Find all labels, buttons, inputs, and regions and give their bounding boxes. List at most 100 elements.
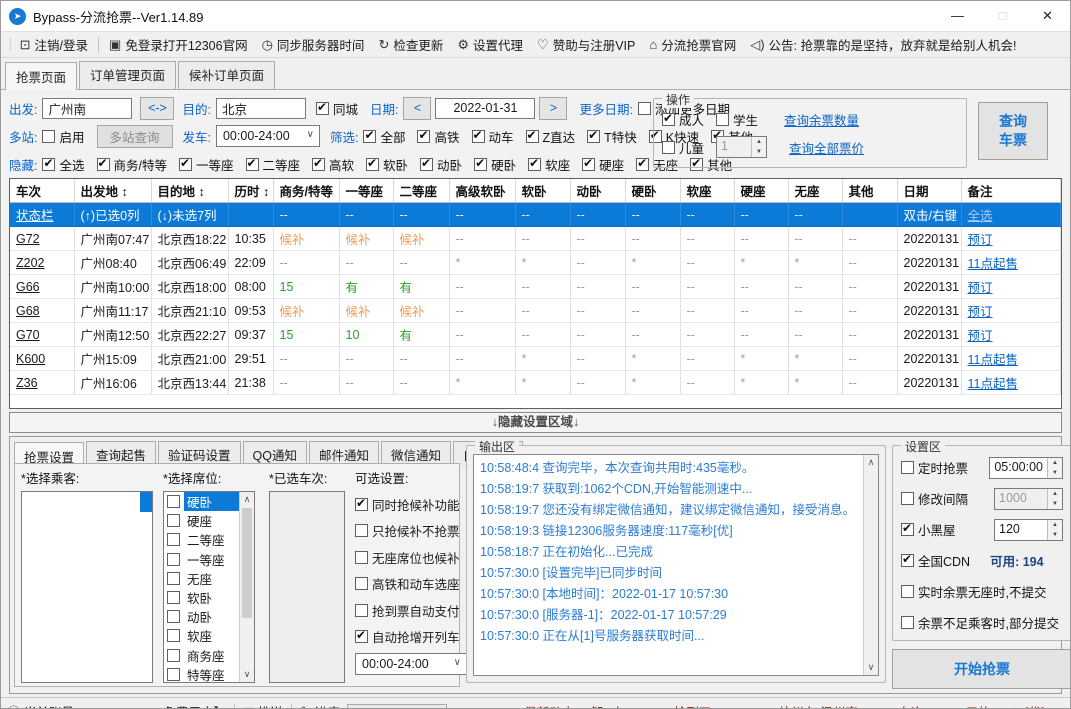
column-header[interactable]: 目的地 ↕ xyxy=(151,179,229,203)
selected-trains-list[interactable] xyxy=(269,491,345,683)
train-number-link[interactable]: Z202 xyxy=(16,256,45,270)
next-date-button[interactable]: > xyxy=(539,96,568,120)
checkbox[interactable] xyxy=(582,156,596,171)
checkbox[interactable] xyxy=(528,156,542,171)
column-header[interactable]: 商务/特等 xyxy=(273,179,340,203)
checkbox[interactable] xyxy=(355,550,368,564)
main-tab-2[interactable]: 候补订单页面 xyxy=(178,61,276,89)
hide-checkbox[interactable]: 硬卧 xyxy=(474,155,516,174)
hide-checkbox[interactable]: 动卧 xyxy=(420,155,462,174)
hide-checkbox[interactable]: 一等座 xyxy=(178,155,234,174)
multi-station-query-button[interactable]: 多站查询 xyxy=(96,124,173,148)
seat-item[interactable]: 软卧 xyxy=(164,588,239,607)
toolbar-item[interactable]: ◁) 公告: 抢票靠的是坚持，放弃就是给别人机会! xyxy=(750,35,1016,54)
hide-checkbox[interactable]: 硬座 xyxy=(582,155,624,174)
select-all-link[interactable]: 全选 xyxy=(968,209,993,223)
filter-checkbox[interactable]: 动车 xyxy=(471,127,514,146)
option-checkbox[interactable]: 自动抢增开列车 xyxy=(355,624,467,651)
start-grab-button[interactable]: 开始抢票 xyxy=(892,649,1070,689)
book-link[interactable]: 预订 xyxy=(968,233,993,247)
column-header[interactable]: 硬座 xyxy=(734,179,789,203)
hidden-settings-toggle[interactable]: ↓隐藏设置区域↓ xyxy=(9,412,1062,433)
table-row[interactable]: G72 广州南07:47 北京西18:22 10:35 候补 候补 候补 -- -- -- -- --… xyxy=(10,226,1061,251)
option-checkbox[interactable]: 抢到票自动支付 xyxy=(355,597,467,624)
table-row[interactable]: G68 广州南11:17 北京西21:10 09:53 候补 候补 候补 -- -- -- -- --… xyxy=(10,298,1061,323)
seat-item[interactable]: 二等座 xyxy=(164,530,239,549)
cdn-checkbox[interactable]: 全国CDN xyxy=(901,551,970,570)
checkbox[interactable] xyxy=(42,156,56,171)
no-seat-no-submit-checkbox[interactable]: 实时余票无座时,不提交 xyxy=(901,582,1046,601)
seat-item[interactable]: 商务座 xyxy=(164,646,239,665)
query-tickets-button[interactable]: 查询 车票 xyxy=(978,102,1048,160)
checkbox[interactable] xyxy=(312,156,326,171)
date-input[interactable]: 2022-01-31 xyxy=(435,97,536,119)
column-header[interactable]: 其他 xyxy=(842,179,898,203)
checkbox[interactable] xyxy=(167,667,180,681)
option-checkbox[interactable]: 无座席位也候补 xyxy=(355,544,467,571)
timed-grab-time-spinner[interactable]: 05:00:00 ▲ ▼ xyxy=(989,456,1063,479)
seat-item[interactable]: 无座 xyxy=(164,569,239,588)
same-city-checkbox[interactable]: 同城 xyxy=(315,99,358,118)
checkbox[interactable] xyxy=(167,610,180,624)
main-tab-1[interactable]: 订单管理页面 xyxy=(79,61,177,89)
push-label[interactable]: 推送 xyxy=(258,702,283,708)
table-row[interactable]: K600 广州15:09 北京西21:00 29:51 -- -- -- -- * -- * -- * *… xyxy=(10,346,1061,371)
query-remaining-link[interactable]: 查询余票数量 xyxy=(784,110,859,129)
child-checkbox[interactable]: 儿童 xyxy=(662,138,704,157)
table-row[interactable]: G66 广州南10:00 北京西18:00 08:00 15 有有 -- -- -- -- -- --… xyxy=(10,274,1061,299)
toolbar-item[interactable]: ↻ 检查更新 xyxy=(378,35,443,54)
query-prices-link[interactable]: 查询全部票价 xyxy=(789,138,864,157)
hide-checkbox[interactable]: 二等座 xyxy=(245,155,300,174)
swap-stations-button[interactable]: <-> xyxy=(140,96,175,120)
filter-checkbox[interactable]: Z直达 xyxy=(525,127,575,146)
toolbar-item[interactable]: ♡ 赞助与注册VIP xyxy=(537,35,635,54)
filter-checkbox[interactable]: 高铁 xyxy=(417,127,460,146)
from-input[interactable]: 广州南 xyxy=(42,97,133,119)
book-link[interactable]: 11点起售 xyxy=(968,257,1018,271)
checkbox[interactable] xyxy=(167,514,180,528)
checkbox[interactable] xyxy=(167,552,180,566)
seat-list-scrollbar[interactable]: ∧ ∨ xyxy=(239,492,254,682)
toolbar-item[interactable]: ⊡ 注销/登录 xyxy=(20,35,88,54)
depart-time-select[interactable]: 00:00-24:00 xyxy=(215,125,320,147)
column-header[interactable]: 二等座 xyxy=(393,179,450,203)
column-header[interactable]: 历时 ↕ xyxy=(228,179,274,203)
hide-checkbox[interactable]: 商务/特等 xyxy=(96,155,167,174)
maximize-icon[interactable]: □ xyxy=(980,1,1025,31)
column-header[interactable]: 软座 xyxy=(680,179,735,203)
toolbar-item[interactable]: ⌂ 分流抢票官网 xyxy=(649,35,736,54)
checkbox[interactable] xyxy=(167,495,180,509)
train-number-link[interactable]: G72 xyxy=(16,232,40,246)
train-number-link[interactable]: G66 xyxy=(16,280,40,294)
checkbox[interactable] xyxy=(355,603,368,617)
table-row[interactable]: Z36 广州16:06 北京西13:44 21:38 -- -- -- * * -- * -- * * --… xyxy=(10,370,1061,395)
hide-checkbox[interactable]: 软座 xyxy=(528,155,570,174)
checkbox[interactable] xyxy=(417,128,431,143)
checkbox[interactable] xyxy=(167,591,180,605)
column-header[interactable]: 备注 xyxy=(961,179,1061,203)
toolbar-item[interactable]: ◷ 同步服务器时间 xyxy=(262,35,365,54)
interval-spinner[interactable]: 1000 ▲ ▼ xyxy=(994,487,1063,510)
filter-checkbox[interactable]: 全部 xyxy=(363,127,405,146)
checkbox[interactable] xyxy=(167,533,180,547)
column-header[interactable]: 一等座 xyxy=(339,179,394,203)
book-link[interactable]: 预订 xyxy=(968,305,993,319)
seat-item[interactable]: 动卧 xyxy=(164,607,239,626)
column-header[interactable]: 车次 xyxy=(10,179,75,203)
blackroom-spinner[interactable]: 120 ▲ ▼ xyxy=(994,518,1063,541)
seat-item[interactable]: 硬座 xyxy=(164,511,239,530)
grab-time-range-select[interactable]: 00:00-24:00 xyxy=(355,653,467,675)
resize-grip[interactable]: .:: xyxy=(1051,705,1064,709)
book-link[interactable]: 预订 xyxy=(968,281,993,295)
prev-date-button[interactable]: < xyxy=(403,96,432,120)
checkbox[interactable] xyxy=(420,156,434,171)
checkbox[interactable] xyxy=(366,156,380,171)
main-tab-0[interactable]: 抢票页面 xyxy=(5,62,78,90)
toolbar-item[interactable]: ▣ 免登录打开12306官网 xyxy=(109,35,248,54)
filter-checkbox[interactable]: T特快 xyxy=(587,127,637,146)
option-checkbox[interactable]: 只抢候补不抢票 xyxy=(355,518,467,545)
checkbox[interactable] xyxy=(587,128,601,143)
to-input[interactable]: 北京 xyxy=(215,97,306,119)
table-row[interactable]: Z202 广州08:40 北京西06:49 22:09 -- -- -- * * -- * -- * * -… xyxy=(10,250,1061,275)
column-header[interactable]: 硬卧 xyxy=(625,179,681,203)
